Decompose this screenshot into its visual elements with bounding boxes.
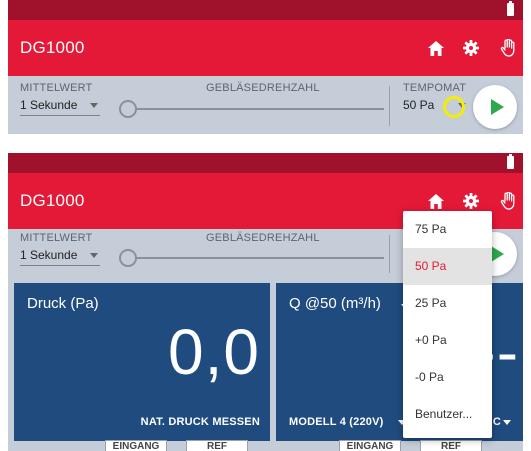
- tempomat-dropdown-menu: 75 Pa 50 Pa 25 Pa +0 Pa -0 Pa Benutzer..…: [403, 211, 492, 438]
- highlight-ring: [443, 96, 465, 118]
- menu-item-25pa[interactable]: 25 Pa: [403, 285, 492, 322]
- tab-eingang-right[interactable]: EINGANG: [339, 440, 401, 451]
- divider: [389, 235, 390, 273]
- chevron-down-icon: [90, 103, 98, 108]
- menu-item-50pa[interactable]: 50 Pa: [403, 248, 492, 285]
- card-title[interactable]: Q @50 (m³/h): [289, 295, 381, 312]
- measure-button[interactable]: NAT. DRUCK MESSEN: [141, 416, 260, 428]
- hand-icon[interactable]: [494, 34, 522, 62]
- mittelwert-label: MITTELWERT: [20, 232, 93, 244]
- battery-icon: [507, 154, 514, 169]
- chevron-down-icon: [503, 420, 511, 425]
- mittelwert-select[interactable]: 1 Sekunde: [20, 96, 100, 116]
- mittelwert-value: 1 Sekunde: [20, 98, 78, 112]
- tab-ref-left[interactable]: REF: [186, 440, 248, 451]
- status-bar: [8, 153, 523, 173]
- menu-item-75pa[interactable]: 75 Pa: [403, 211, 492, 248]
- pressure-value: 0,0: [168, 316, 260, 388]
- divider: [389, 86, 390, 126]
- geblaese-label: GEBLÄSEDREHZAHL: [206, 232, 320, 244]
- chevron-down-icon: [90, 253, 98, 258]
- menu-item-minus0pa[interactable]: -0 Pa: [403, 359, 492, 396]
- status-bar: [8, 0, 523, 20]
- tempomat-value: 50 Pa: [403, 98, 435, 112]
- tab-ref-right[interactable]: REF: [420, 440, 482, 451]
- tab-eingang-left[interactable]: EINGANG: [105, 440, 167, 451]
- mittelwert-select[interactable]: 1 Sekunde: [20, 246, 100, 266]
- app-title: DG1000: [20, 191, 85, 210]
- play-icon: [490, 99, 504, 115]
- gear-icon[interactable]: [457, 34, 485, 62]
- mittelwert-label: MITTELWERT: [20, 82, 93, 94]
- card-title: Druck (Pa): [27, 295, 99, 312]
- control-bar: MITTELWERT 1 Sekunde GEBLÄSEDREHZAHL TEM…: [8, 76, 523, 134]
- menu-item-plus0pa[interactable]: +0 Pa: [403, 322, 492, 359]
- geblaese-label: GEBLÄSEDREHZAHL: [206, 82, 320, 94]
- geblaese-slider[interactable]: [128, 108, 384, 110]
- screenshot-top: DG1000 MITTELWERT 1 Sekunde GEBLÄSEDREHZ…: [8, 0, 523, 134]
- pressure-card: Druck (Pa) 0,0 NAT. DRUCK MESSEN: [14, 283, 270, 441]
- geblaese-slider[interactable]: [128, 257, 384, 259]
- model-select[interactable]: MODELL 4 (220V): [289, 416, 384, 428]
- menu-item-benutzer[interactable]: Benutzer...: [403, 396, 492, 433]
- geblaese-slider-thumb[interactable]: [119, 100, 137, 118]
- app-title: DG1000: [20, 38, 85, 57]
- tempomat-label: TEMPOMAT: [403, 82, 467, 94]
- play-icon: [490, 246, 504, 262]
- app-bar: DG1000: [8, 20, 523, 76]
- geblaese-slider-thumb[interactable]: [119, 249, 137, 267]
- mittelwert-value: 1 Sekunde: [20, 248, 78, 262]
- battery-icon: [507, 1, 514, 16]
- home-icon[interactable]: [422, 34, 450, 62]
- hand-icon[interactable]: [494, 187, 522, 215]
- play-button[interactable]: [473, 85, 517, 129]
